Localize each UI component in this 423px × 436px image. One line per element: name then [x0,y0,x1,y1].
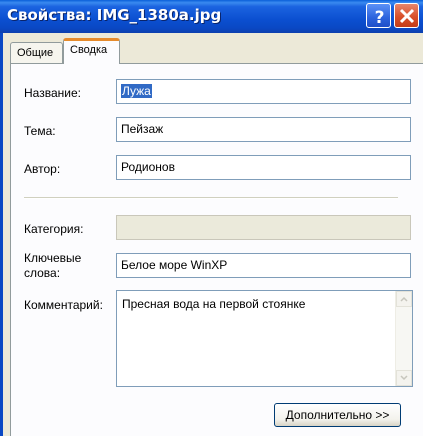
help-icon: ? [375,8,385,28]
title-field[interactable]: Лужа [116,79,411,104]
help-button[interactable]: ? [366,3,391,28]
title-label: Название: [24,86,81,100]
category-label: Категория: [24,222,84,236]
tab-general[interactable]: Общие [10,42,63,64]
window-title: Свойства: IMG_1380a.jpg [7,6,222,24]
comments-scrollbar[interactable] [395,291,412,386]
author-field[interactable]: Родионов [116,155,411,180]
close-icon [399,8,415,24]
advanced-button[interactable]: Дополнительно >> [274,403,401,427]
tab-summary[interactable]: Сводка [63,38,120,64]
keywords-field[interactable]: Белое море WinXP [116,253,411,278]
keywords-label-line1: Ключевые [24,251,82,265]
comments-label: Комментарий: [24,298,103,312]
section-divider [24,197,398,199]
title-field-value: Лужа [121,84,152,98]
comments-text: Пресная вода на первой стоянке [122,297,306,311]
close-button[interactable] [394,3,419,28]
comments-textarea[interactable]: Пресная вода на первой стоянке [116,290,413,387]
category-field[interactable] [116,215,411,240]
author-label: Автор: [24,162,61,176]
keywords-label-line2: слова: [24,266,61,280]
chevron-up-icon [400,296,408,302]
subject-label: Тема: [24,124,56,138]
svg-text:?: ? [375,8,385,28]
title-bar[interactable]: Свойства: IMG_1380a.jpg ? [0,0,423,33]
scroll-up-button[interactable] [396,291,412,307]
subject-field[interactable]: Пейзаж [116,117,411,142]
chevron-down-icon [400,375,408,381]
scroll-down-button[interactable] [396,370,412,386]
